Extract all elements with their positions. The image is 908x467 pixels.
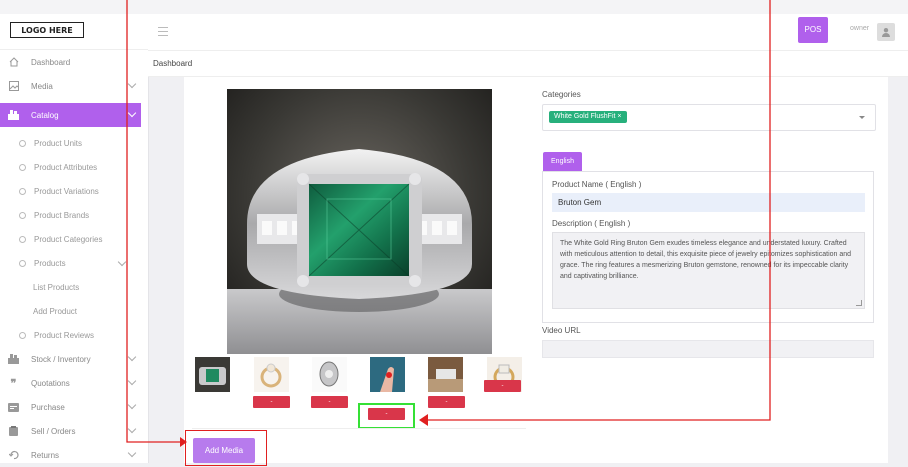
product-name-label: Product Name ( English )	[552, 180, 642, 189]
category-chip-label: White Gold FlushFit	[554, 113, 616, 120]
sidebar-item-catalog[interactable]: Catalog	[0, 103, 141, 127]
stock-icon	[8, 354, 19, 365]
sidebar-item-label: Dashboard	[31, 57, 71, 67]
circle-icon	[19, 331, 26, 339]
media-thumbnail[interactable]	[312, 357, 347, 392]
caret-down-icon	[859, 116, 865, 119]
breadcrumb[interactable]: Dashboard	[153, 59, 192, 68]
sidebar-subitem-label: Product Attributes	[34, 162, 98, 172]
logo: LOGO HERE	[10, 22, 84, 38]
pos-button[interactable]: POS	[798, 17, 828, 43]
image-icon	[8, 81, 19, 92]
sidebar-item-label: Catalog	[31, 110, 59, 120]
sidebar-subitem-add-product[interactable]: Add Product	[0, 299, 141, 323]
sidebar-item-label: Purchase	[31, 402, 65, 412]
chip-remove-icon[interactable]: ×	[617, 113, 621, 120]
avatar[interactable]	[877, 23, 895, 41]
categories-label: Categories	[542, 90, 581, 99]
chevron-down-icon	[117, 257, 127, 267]
chevron-down-icon	[127, 448, 137, 458]
sidebar-subitem-label: Product Units	[34, 138, 83, 148]
product-name-input[interactable]: Bruton Gem	[552, 193, 865, 212]
sidebar-subitem-product-units[interactable]: Product Units	[0, 131, 141, 155]
chevron-down-icon	[127, 79, 137, 89]
sidebar-subitem-product-variations[interactable]: Product Variations	[0, 179, 141, 203]
returns-icon	[8, 450, 19, 461]
sidebar-subitem-label: Product Variations	[34, 186, 99, 196]
chevron-down-icon	[127, 400, 137, 410]
sidebar-item-stock[interactable]: Stock / Inventory	[0, 347, 141, 371]
highlight-box	[185, 430, 267, 466]
sidebar-item-sell-orders[interactable]: Sell / Orders	[0, 419, 141, 443]
orders-icon	[8, 426, 19, 437]
menu-toggle-icon[interactable]	[158, 27, 168, 36]
sidebar-subitem-product-reviews[interactable]: Product Reviews	[0, 323, 141, 347]
main-product-image	[227, 89, 492, 354]
sidebar-subitem-list-products[interactable]: List Products	[0, 275, 141, 299]
circle-icon	[19, 259, 26, 267]
circle-icon	[19, 211, 26, 219]
circle-icon	[19, 235, 26, 243]
sidebar-item-label: Sell / Orders	[31, 426, 76, 436]
sidebar-item-label: Quotations	[31, 378, 70, 388]
category-chip[interactable]: White Gold FlushFit ×	[549, 111, 627, 123]
circle-icon	[19, 139, 26, 147]
chevron-down-icon	[127, 352, 137, 362]
video-url-input[interactable]	[542, 340, 874, 358]
sidebar-subitem-label: Add Product	[33, 306, 78, 316]
categories-select[interactable]: White Gold FlushFit ×	[542, 104, 876, 131]
quote-icon: ❞	[10, 377, 17, 390]
divider	[192, 428, 526, 429]
user-name[interactable]: owner	[850, 25, 869, 32]
sidebar-subitem-products[interactable]: Products	[0, 251, 141, 275]
sidebar-item-purchase[interactable]: Purchase	[0, 395, 141, 419]
home-icon	[8, 57, 19, 68]
tab-english[interactable]: English	[543, 152, 582, 171]
video-url-label: Video URL	[542, 326, 581, 335]
media-thumbnail[interactable]	[428, 357, 463, 392]
chevron-down-icon	[127, 424, 137, 434]
media-thumbnail[interactable]	[370, 357, 405, 392]
remove-media-button[interactable]: -	[253, 396, 290, 408]
sidebar-subitem-product-attributes[interactable]: Product Attributes	[0, 155, 141, 179]
circle-icon	[19, 187, 26, 195]
sidebar-item-quotations[interactable]: ❞ Quotations	[0, 371, 141, 395]
sidebar-item-media[interactable]: Media	[0, 74, 141, 98]
sidebar-subitem-product-categories[interactable]: Product Categories	[0, 227, 141, 251]
sidebar-subitem-label: Product Reviews	[34, 330, 95, 340]
chevron-down-icon	[127, 108, 137, 118]
resize-handle-icon[interactable]	[856, 300, 862, 306]
catalog-icon	[8, 110, 19, 121]
remove-media-button[interactable]: -	[484, 380, 521, 392]
remove-media-button[interactable]: -	[428, 396, 465, 408]
sidebar: LOGO HERE Dashboard Media Catalog Produc…	[0, 14, 149, 463]
sidebar-subitem-label: Product Categories	[34, 234, 103, 244]
sidebar-subitem-label: Product Brands	[34, 210, 90, 220]
sidebar-item-dashboard[interactable]: Dashboard	[0, 50, 141, 74]
media-thumbnail[interactable]	[254, 357, 289, 392]
description-text: The White Gold Ring Bruton Gem exudes ti…	[560, 240, 852, 280]
breadcrumb-bar: Dashboard	[148, 51, 908, 77]
sidebar-subitem-label: Products	[34, 258, 66, 268]
description-label: Description ( English )	[552, 219, 631, 228]
media-thumbnail[interactable]	[195, 357, 230, 392]
sidebar-item-label: Returns	[31, 450, 60, 460]
sidebar-subitem-product-brands[interactable]: Product Brands	[0, 203, 141, 227]
top-header: POS owner	[148, 14, 908, 51]
user-icon	[882, 28, 890, 37]
chevron-down-icon	[127, 376, 137, 386]
top-strip	[0, 0, 908, 14]
description-textarea[interactable]: The White Gold Ring Bruton Gem exudes ti…	[552, 232, 865, 309]
highlight-box	[358, 403, 415, 429]
sidebar-item-label: Stock / Inventory	[31, 354, 91, 364]
purchase-icon	[8, 402, 19, 413]
sidebar-item-label: Media	[31, 81, 53, 91]
remove-media-button[interactable]: -	[311, 396, 348, 408]
sidebar-subitem-label: List Products	[33, 282, 80, 292]
sidebar-item-returns[interactable]: Returns	[0, 443, 141, 467]
circle-icon	[19, 163, 26, 171]
